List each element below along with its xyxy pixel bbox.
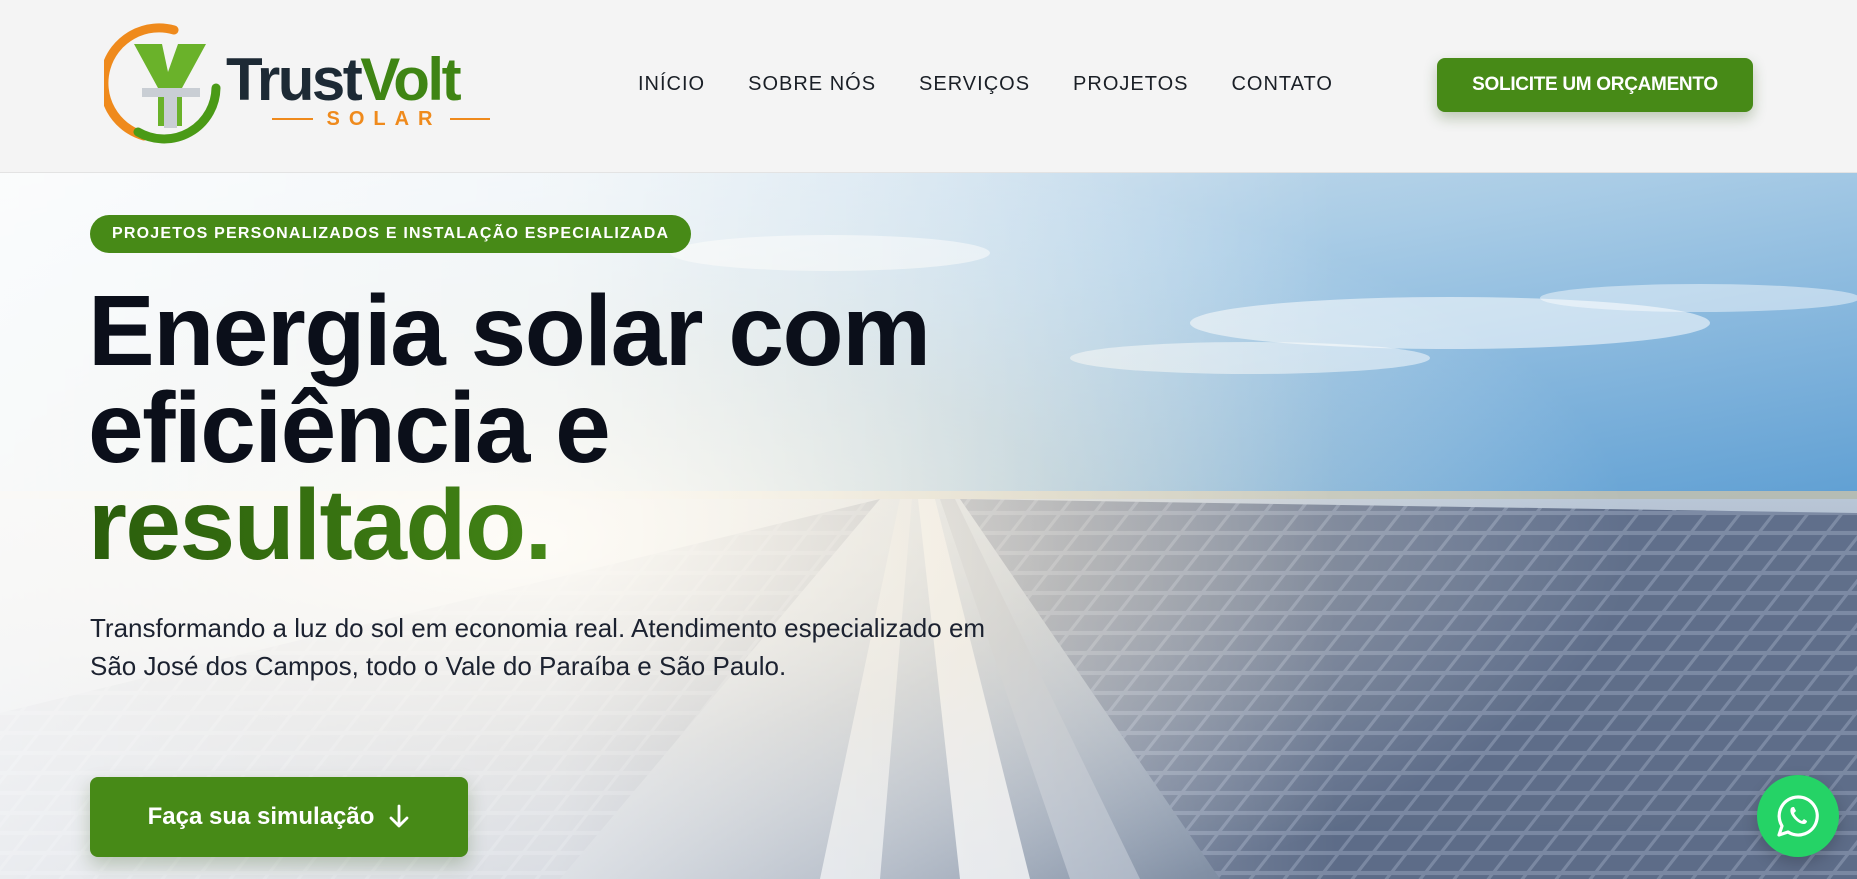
hero-tag-badge: PROJETOS PERSONALIZADOS E INSTALAÇÃO ESP… xyxy=(90,215,692,253)
tagline-rule-left xyxy=(272,118,313,120)
simulation-button[interactable]: Faça sua simulação xyxy=(90,777,468,857)
nav-link-sobre-nos[interactable]: SOBRE NÓS xyxy=(748,73,876,96)
hero-section: PROJETOS PERSONALIZADOS E INSTALAÇÃO ESP… xyxy=(0,173,1857,879)
main-nav: INÍCIO SOBRE NÓS SERVIÇOS PROJETOS CONTA… xyxy=(638,73,1376,96)
trustvolt-logo[interactable]: TrustVolt SOLAR xyxy=(104,22,490,146)
simulation-button-label: Faça sua simulação xyxy=(147,803,375,830)
headline-line-1: Energia solar com xyxy=(88,275,931,387)
logo-tagline-text: SOLAR xyxy=(326,107,442,130)
headline-line-2: eficiência e xyxy=(88,372,611,484)
logo-tagline: SOLAR xyxy=(272,108,490,130)
site-header: TrustVolt SOLAR INÍCIO SOBRE NÓS SERVIÇO… xyxy=(0,0,1857,173)
logo-emblem-icon xyxy=(104,23,221,144)
tagline-rule-right xyxy=(449,118,490,120)
nav-link-contato[interactable]: CONTATO xyxy=(1231,73,1332,96)
arrow-down-icon xyxy=(389,804,409,828)
nav-link-projetos[interactable]: PROJETOS xyxy=(1073,73,1188,96)
nav-link-servicos[interactable]: SERVIÇOS xyxy=(919,73,1030,96)
logo-word-trust: Trust xyxy=(226,46,363,113)
whatsapp-button[interactable] xyxy=(1757,775,1839,857)
logo-word-volt: Volt xyxy=(360,46,461,113)
whatsapp-icon xyxy=(1777,795,1819,837)
headline-accent: resultado. xyxy=(88,475,988,575)
nav-link-inicio[interactable]: INÍCIO xyxy=(638,73,705,96)
logo-wordmark: TrustVolt xyxy=(226,50,462,110)
hero-headline: Energia solar com eficiência e resultado… xyxy=(88,275,988,575)
hero-subtitle: Transformando a luz do sol em economia r… xyxy=(90,613,986,681)
request-quote-button[interactable]: SOLICITE UM ORÇAMENTO xyxy=(1437,58,1753,112)
